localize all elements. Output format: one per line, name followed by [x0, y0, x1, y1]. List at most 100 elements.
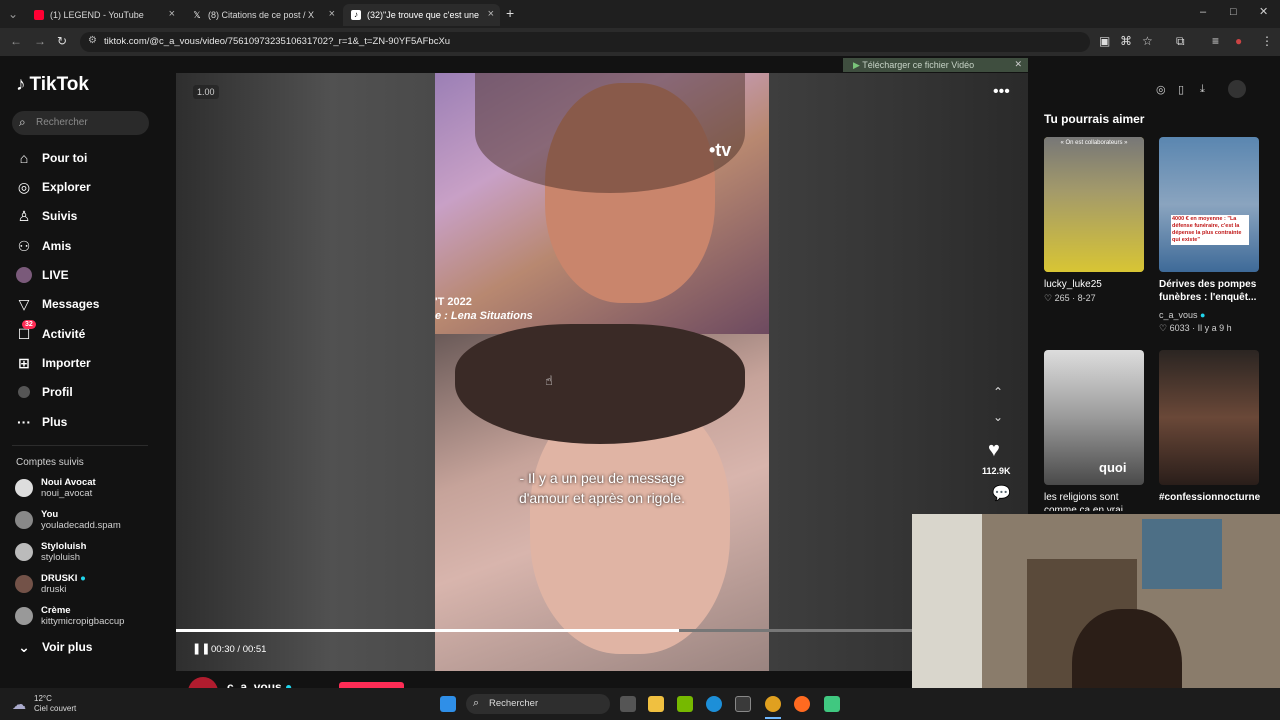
nav-item-more[interactable]: ··· Plus: [16, 412, 67, 432]
previous-video-icon[interactable]: ⌃: [993, 385, 1003, 399]
close-tab-icon[interactable]: ×: [169, 8, 175, 20]
url-text: tiktok.com/@c_a_vous/video/7561097323510…: [104, 36, 451, 47]
author-avatar[interactable]: [188, 677, 218, 688]
back-icon[interactable]: ←: [10, 34, 22, 48]
video-thumbnail[interactable]: 4000 € en moyenne : "La défense funérair…: [1159, 137, 1259, 272]
tab-title: (32)"Je trouve que c'est une: [367, 10, 479, 20]
video-time: 00:30 / 00:51: [211, 644, 267, 655]
start-menu-icon[interactable]: [440, 696, 456, 712]
followed-account[interactable]: DRUSKI ● druski: [15, 573, 86, 595]
followed-account[interactable]: Styloluish styloluish: [15, 541, 86, 563]
tiktok-logo[interactable]: ♪ TikTok: [16, 74, 89, 96]
followed-account[interactable]: Noui Avocat noui_avocat: [15, 477, 96, 499]
search-input[interactable]: ⌕ Rechercher: [12, 111, 149, 135]
firefox-icon[interactable]: [794, 696, 810, 712]
minimize-icon[interactable]: –: [1200, 6, 1206, 18]
more-options-icon[interactable]: •••: [993, 83, 1010, 101]
maximize-icon[interactable]: □: [1230, 6, 1237, 18]
subtitle-line: d'amour et après on rigole.: [518, 490, 686, 506]
webcam-poster: [1142, 519, 1222, 589]
video-meta: ♡ 265 · 8-27: [1044, 293, 1096, 303]
nav-item-for-you[interactable]: ⌂ Pour toi: [16, 148, 88, 168]
like-heart-icon[interactable]: ♥: [988, 439, 1000, 462]
address-bar[interactable]: ⚙ tiktok.com/@c_a_vous/video/75610973235…: [80, 32, 1090, 52]
user-avatar-icon[interactable]: [1228, 80, 1246, 98]
download-icon[interactable]: ⤓: [1200, 83, 1205, 96]
next-video-icon[interactable]: ⌄: [993, 410, 1003, 424]
video-caption[interactable]: les religions sont comme ça en vrai: [1044, 491, 1149, 511]
video-thumbnail[interactable]: quoi: [1044, 350, 1144, 485]
close-tab-icon[interactable]: ×: [329, 8, 335, 20]
video-progress-bar[interactable]: [176, 629, 1028, 632]
hair-shape: [455, 324, 745, 444]
nav-item-activity[interactable]: ☐ 32 Activité: [16, 320, 86, 344]
phone-icon[interactable]: ▯: [1178, 83, 1184, 96]
comment-icon[interactable]: 💬: [992, 484, 1011, 502]
video-caption[interactable]: lucky_luke25: [1044, 278, 1102, 291]
playback-speed[interactable]: 1.00: [193, 85, 219, 99]
chrome-icon[interactable]: [765, 696, 781, 712]
close-tab-icon[interactable]: ×: [488, 8, 494, 20]
followed-account[interactable]: You youladecadd.spam: [15, 509, 121, 531]
nav-item-live[interactable]: LIVE: [16, 265, 69, 285]
verified-icon: ●: [80, 573, 86, 584]
nav-label: Pour toi: [42, 151, 88, 165]
nvidia-icon[interactable]: [677, 696, 693, 712]
close-window-icon[interactable]: ✕: [1259, 5, 1268, 18]
video-thumbnail[interactable]: [1159, 350, 1259, 485]
video-caption[interactable]: Dérives des pompes funèbres : l'enquêt..…: [1159, 278, 1269, 304]
store-icon[interactable]: [735, 696, 751, 712]
reload-icon[interactable]: ↻: [57, 34, 67, 48]
edge-icon[interactable]: [706, 696, 722, 712]
see-more-button[interactable]: ⌄ Voir plus: [16, 637, 92, 657]
nav-item-explore[interactable]: ◎ Explorer: [16, 177, 91, 197]
site-info-icon[interactable]: ⚙: [88, 35, 97, 46]
author-name[interactable]: c_a_vous ●: [227, 680, 292, 688]
new-tab-icon[interactable]: +: [506, 5, 514, 21]
weather-widget[interactable]: 12°C Ciel couvert: [34, 694, 76, 714]
task-view-icon[interactable]: [620, 696, 636, 712]
compass-icon[interactable]: ◎: [1156, 83, 1166, 96]
menu-icon[interactable]: ⋮: [1261, 34, 1273, 48]
browser-tab-x[interactable]: 𝕏 (8) Citations de ce post / X ×: [184, 4, 341, 26]
verified-icon: ●: [1200, 310, 1206, 320]
account-handle: noui_avocat: [41, 488, 93, 499]
account-handle: kittymicropigbaccup: [41, 616, 125, 627]
browser-tab-youtube[interactable]: (1) LEGEND - YouTube ×: [26, 4, 181, 26]
account-name: Noui Avocat: [41, 477, 96, 488]
file-explorer-icon[interactable]: [648, 696, 664, 712]
pause-icon[interactable]: ❚❚: [192, 642, 210, 655]
search-icon: ⌕: [473, 697, 480, 709]
video-progress-fill: [176, 629, 679, 632]
video-caption[interactable]: #confessionnocturne: [1159, 491, 1264, 511]
forward-icon[interactable]: →: [34, 34, 46, 48]
weather-desc: Ciel couvert: [34, 704, 77, 713]
nav-label: LIVE: [42, 268, 69, 282]
nav-item-friends[interactable]: ⚇ Amis: [16, 236, 72, 256]
install-icon[interactable]: ▣: [1099, 34, 1110, 48]
video-author[interactable]: c_a_vous ●: [1159, 309, 1205, 321]
followed-account[interactable]: Crème kittymicropigbaccup: [15, 605, 124, 627]
extensions-icon[interactable]: ⧉: [1176, 34, 1185, 49]
nav-label: Explorer: [42, 180, 91, 194]
browser-tab-tiktok[interactable]: ♪ (32)"Je trouve que c'est une ×: [343, 4, 500, 26]
nav-label: Activité: [42, 327, 86, 341]
video-player[interactable]: •tv 'T 2022 e : Lena Situations - Il y a…: [176, 73, 1028, 671]
close-icon[interactable]: ✕: [1014, 59, 1022, 70]
nav-item-messages[interactable]: ▽ Messages: [16, 294, 100, 314]
translate-icon[interactable]: ⌘: [1120, 34, 1132, 48]
video-subtitle: - Il y a un peu de message d'amour et ap…: [435, 468, 769, 508]
weather-icon[interactable]: ☁: [12, 696, 26, 713]
tab-list-icon[interactable]: ⌄: [8, 7, 18, 21]
taskbar-search[interactable]: ⌕ Rechercher: [466, 694, 610, 714]
bookmark-star-icon[interactable]: ☆: [1142, 34, 1153, 48]
app-icon[interactable]: [824, 696, 840, 712]
video-thumbnail[interactable]: « On est collaborateurs »: [1044, 137, 1144, 272]
nav-item-profile[interactable]: Profil: [16, 382, 73, 402]
nav-item-following[interactable]: ♙ Suivis: [16, 206, 78, 226]
nav-item-upload[interactable]: ⊞ Importer: [16, 353, 91, 373]
media-icon[interactable]: ≡: [1212, 34, 1219, 48]
thumbnail-overlay-text: quoi: [1099, 460, 1127, 475]
download-video-bar[interactable]: ▶ Télécharger ce fichier Vidéo ✕: [843, 58, 1028, 72]
profile-avatar-icon[interactable]: ●: [1235, 34, 1242, 48]
